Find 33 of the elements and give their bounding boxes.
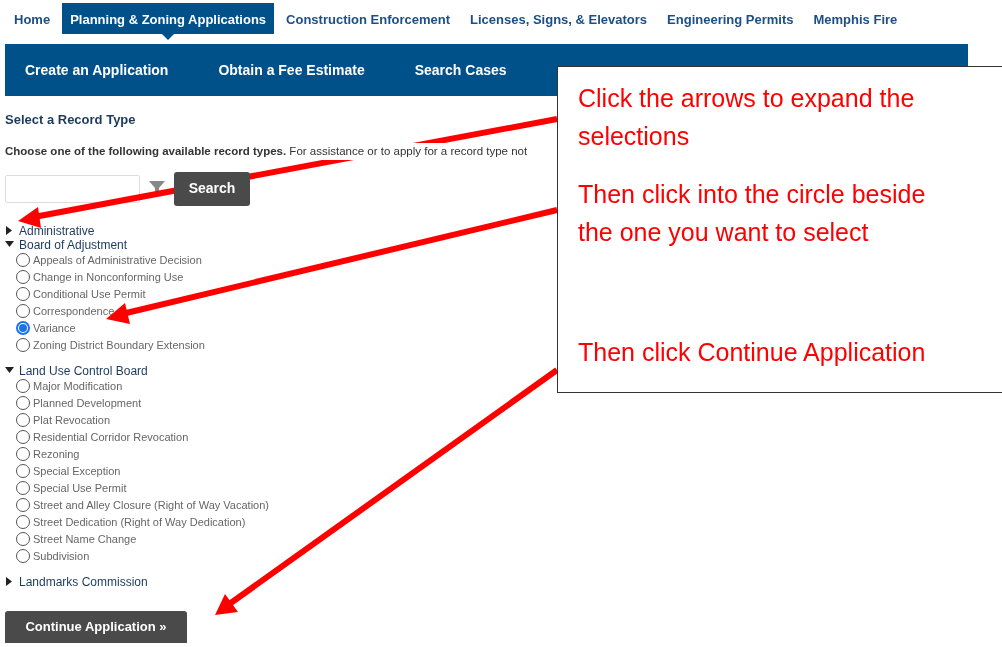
record-type-label[interactable]: Subdivision <box>33 547 90 565</box>
nav-tab[interactable]: Memphis Fire <box>805 3 906 34</box>
continue-application-button[interactable]: Continue Application » <box>5 610 187 643</box>
tree-group-label[interactable]: Land Use Control Board <box>19 361 148 380</box>
sub-nav-link[interactable]: Search Cases <box>414 59 507 81</box>
record-type-label[interactable]: Street and Alley Closure (Right of Way Vacation) <box>33 496 269 514</box>
record-type-label[interactable]: Zoning District Boundary Extension <box>33 336 205 354</box>
nav-tab[interactable]: Home <box>6 3 59 34</box>
record-type-label[interactable]: Planned Development <box>33 394 142 412</box>
record-type-label[interactable]: Rezoning <box>33 445 80 463</box>
instruction-callout: Click the arrows to expand the selections Then click into the circle beside the one you want to select Then click Continue Application <box>557 66 1002 393</box>
record-type-label[interactable]: Special Exception <box>33 462 121 480</box>
record-type-label[interactable]: Conditional Use Permit <box>33 285 146 303</box>
record-type-label[interactable]: Major Modification <box>33 377 123 395</box>
nav-tab[interactable]: Planning & Zoning Applications <box>62 3 275 34</box>
sub-nav-link[interactable]: Obtain a Fee Estimate <box>218 59 365 81</box>
instruction-text: Choose one of the following available record types. For assistance or to apply for a record type not <box>5 142 528 160</box>
record-type-label[interactable]: Street Name Change <box>33 530 137 548</box>
search-button[interactable]: Search <box>174 171 250 206</box>
nav-tab[interactable]: Engineering Permits <box>659 3 802 34</box>
sub-nav-link[interactable]: Create an Application <box>25 59 169 81</box>
record-type-label[interactable]: Special Use Permit <box>33 479 127 497</box>
nav-tab[interactable]: Construction Enforcement <box>278 3 459 34</box>
record-type-label[interactable]: Plat Revocation <box>33 411 111 429</box>
tree-group-label[interactable]: Landmarks Commission <box>19 572 148 591</box>
record-type-label[interactable]: Residential Corridor Revocation <box>33 428 189 446</box>
record-type-label[interactable]: Change in Nonconforming Use <box>33 268 184 286</box>
record-type-label[interactable]: Street Dedication (Right of Way Dedication) <box>33 513 246 531</box>
nav-tab[interactable]: Licenses, Signs, & Elevators <box>462 3 656 34</box>
record-type-label[interactable]: Appeals of Administrative Decision <box>33 251 202 269</box>
record-type-label[interactable]: Variance <box>33 319 76 337</box>
section-heading: Select a Record Type <box>5 111 137 129</box>
record-type-label[interactable]: Correspondence <box>33 302 115 320</box>
